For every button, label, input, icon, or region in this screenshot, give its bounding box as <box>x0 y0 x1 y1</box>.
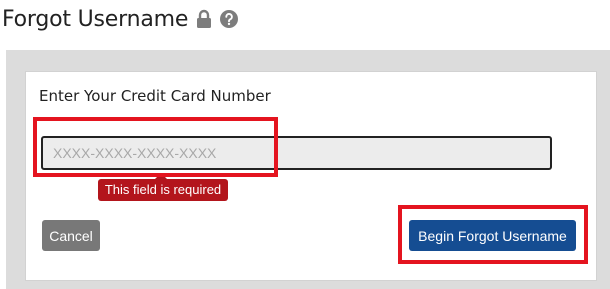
help-icon[interactable] <box>220 10 239 28</box>
begin-forgot-username-button[interactable]: Begin Forgot Username <box>409 220 576 251</box>
page-title-text: Forgot Username <box>2 6 189 32</box>
error-message: This field is required <box>98 179 228 201</box>
lock-icon <box>196 9 212 29</box>
cancel-button[interactable]: Cancel <box>42 220 100 251</box>
credit-card-input[interactable] <box>41 136 552 170</box>
page-title: Forgot Username <box>2 4 239 34</box>
credit-card-label: Enter Your Credit Card Number <box>39 87 271 105</box>
